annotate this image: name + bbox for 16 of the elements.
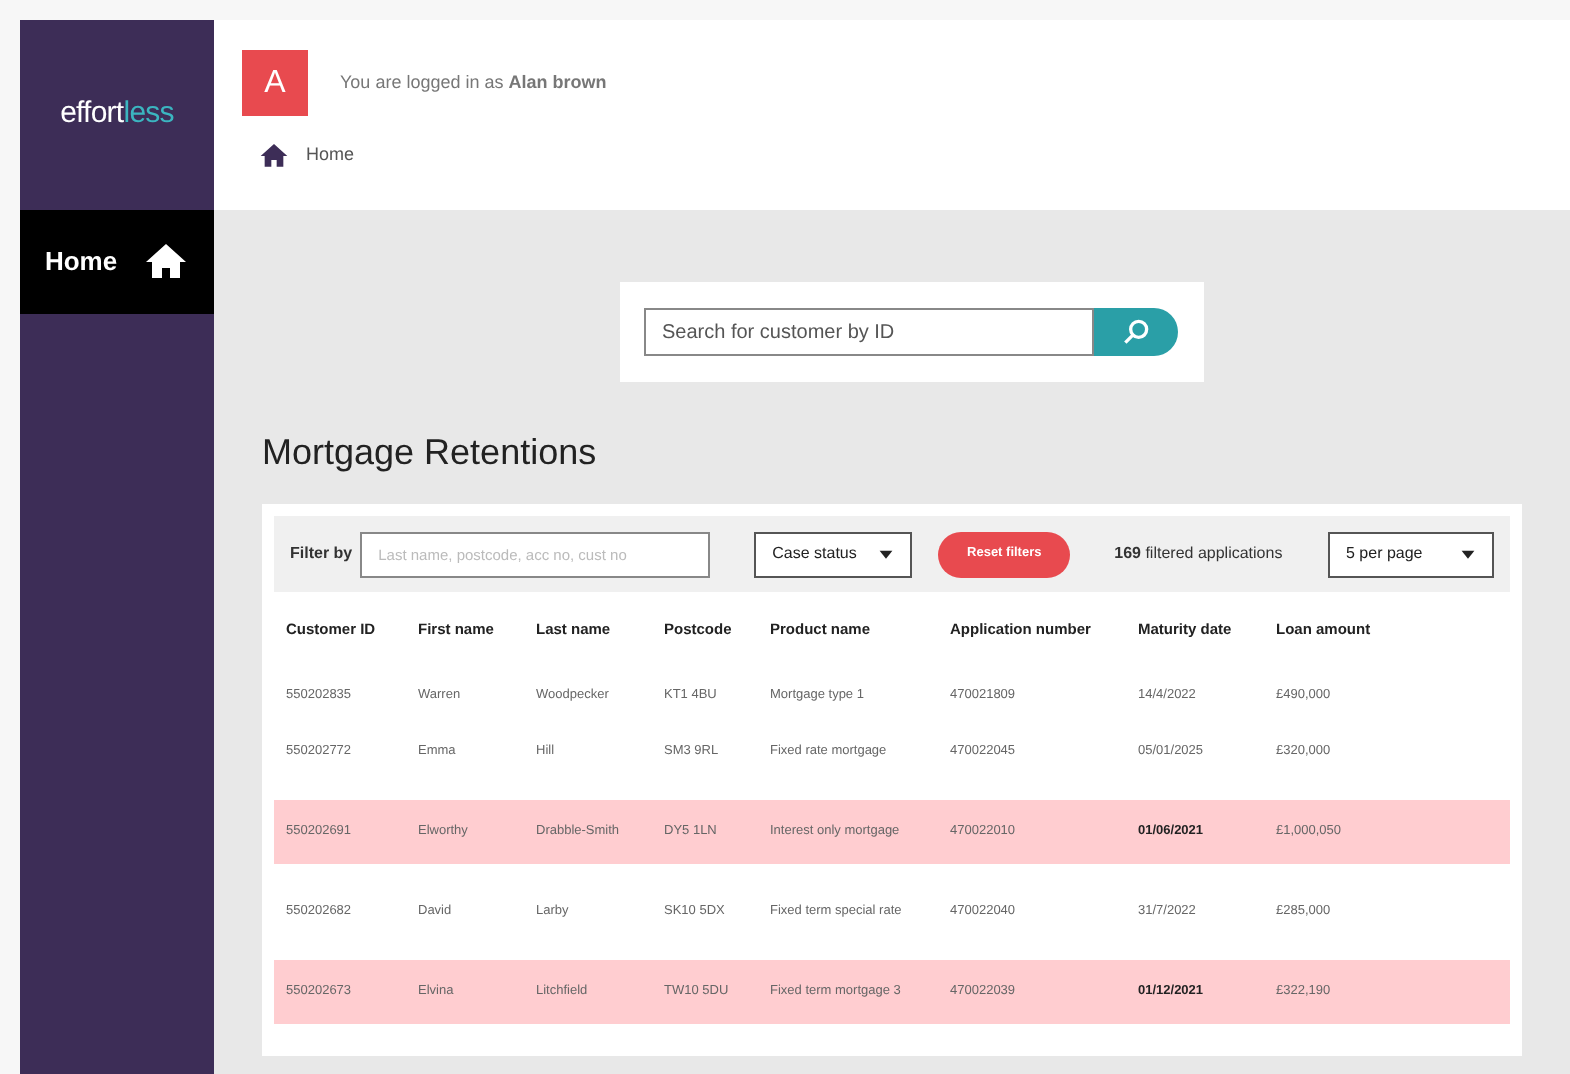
home-icon (258, 140, 290, 172)
caret-icon (1460, 546, 1476, 562)
filtered-count: 169 filtered applications (1114, 542, 1283, 566)
sidebar-item[interactable]: Home (20, 210, 214, 314)
page-title: Mortgage Retentions (262, 430, 599, 476)
search-button[interactable] (1094, 308, 1178, 356)
search-field[interactable]: Search for customer by ID (644, 308, 1094, 356)
avatar: A (242, 50, 308, 116)
filter-label: Filter by (290, 542, 353, 566)
page-size-select[interactable]: 5 per page (1328, 531, 1494, 577)
case-status-select[interactable]: Case status (754, 531, 913, 577)
login-text: You are logged in as Alan brown (340, 69, 607, 96)
breadcrumb-link[interactable]: Home (306, 142, 355, 170)
search-icon (1120, 316, 1152, 348)
caret-icon (878, 546, 895, 562)
logo: effortless (60, 94, 174, 135)
